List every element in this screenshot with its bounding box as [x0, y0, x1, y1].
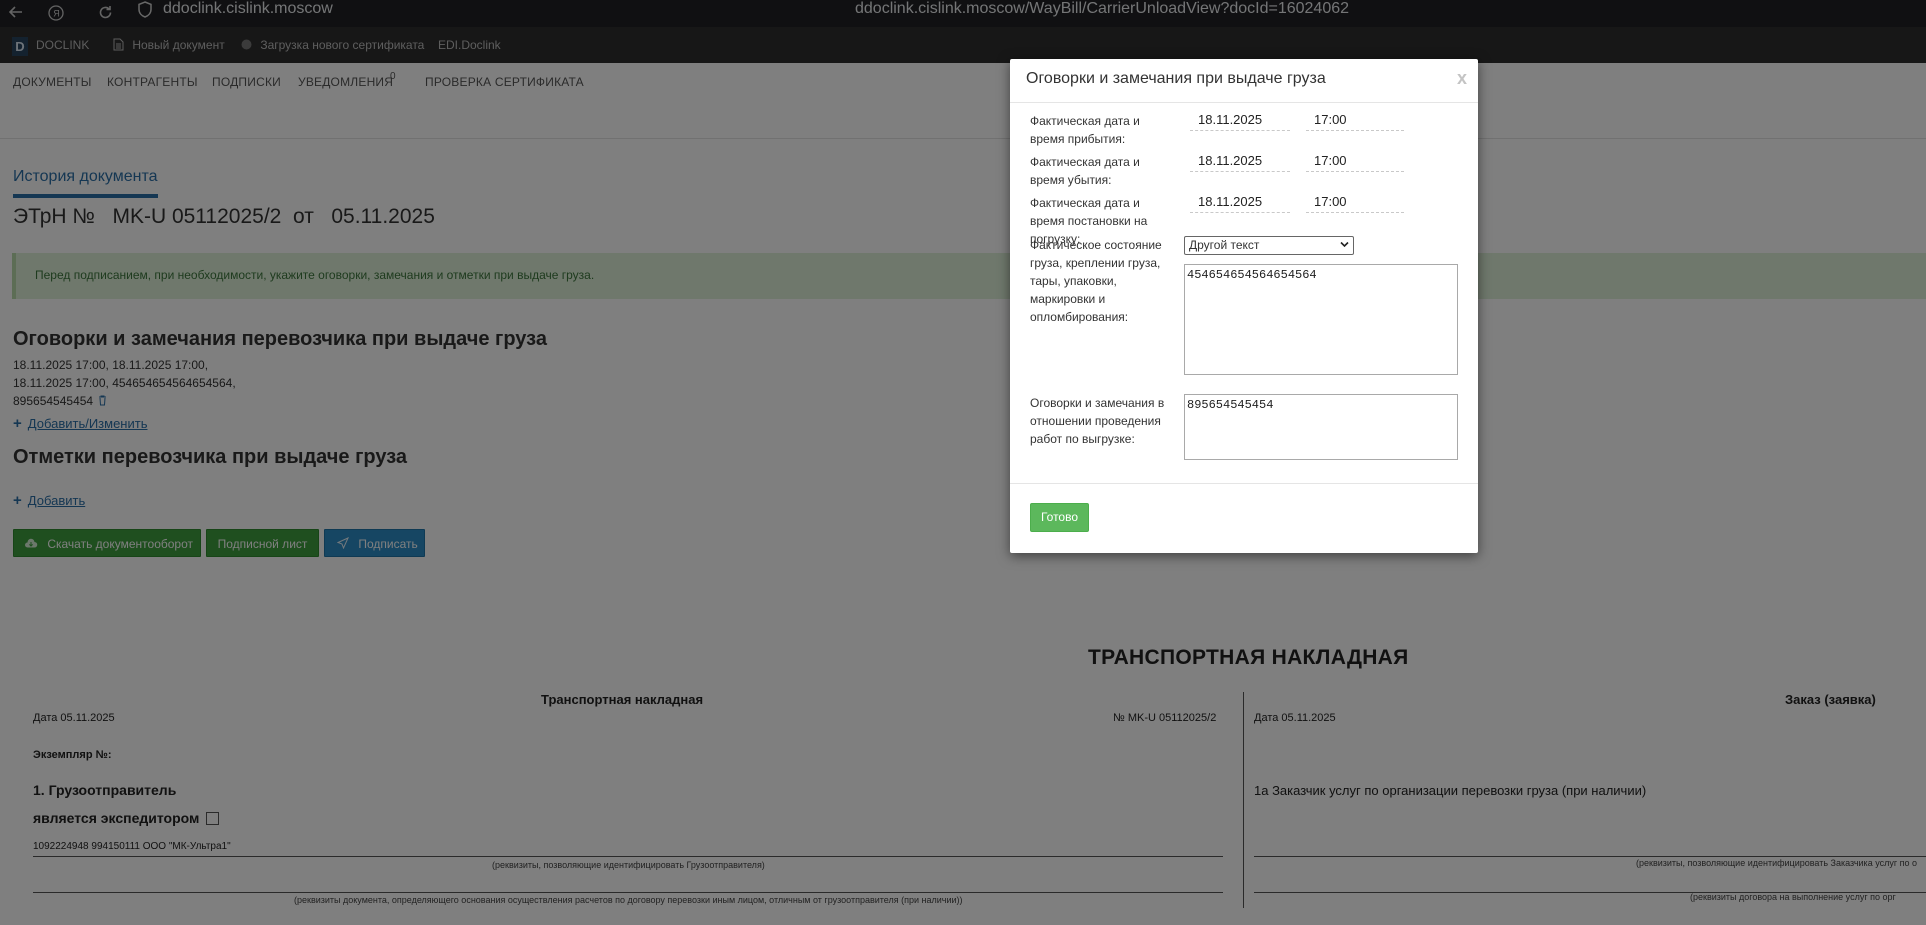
arrival-label: Фактическая дата и время прибытия: [1030, 114, 1140, 146]
arrival-time-input[interactable] [1306, 109, 1404, 131]
departure-date-input[interactable] [1190, 150, 1290, 172]
departure-time-input[interactable] [1306, 150, 1404, 172]
unloading-textarea[interactable]: 895654545454 [1184, 394, 1458, 460]
loading-date-input[interactable] [1190, 191, 1290, 213]
chevron-down-icon [1340, 241, 1349, 248]
modal-footer-divider [1010, 483, 1478, 484]
loading-time-input[interactable] [1306, 191, 1404, 213]
cargo-state-label: Фактическое состояние груза, креплении г… [1030, 238, 1162, 324]
departure-label: Фактическая дата и время убытия: [1030, 155, 1140, 187]
close-icon[interactable]: x [1457, 68, 1467, 89]
modal-header: Оговорки и замечания при выдаче груза x [1010, 59, 1478, 103]
reservations-modal: Оговорки и замечания при выдаче груза x … [1010, 59, 1478, 553]
arrival-date-input[interactable] [1190, 109, 1290, 131]
cargo-state-textarea[interactable]: 454654654564654564 [1184, 264, 1458, 375]
modal-backdrop[interactable] [0, 0, 1926, 925]
cargo-state-select-value: Другой текст [1189, 238, 1260, 252]
cargo-state-select[interactable]: Другой текст [1184, 236, 1354, 255]
done-button[interactable]: Готово [1030, 503, 1089, 532]
unloading-label: Оговорки и замечания в отношении проведе… [1030, 396, 1165, 446]
modal-title: Оговорки и замечания при выдаче груза [1026, 70, 1326, 87]
